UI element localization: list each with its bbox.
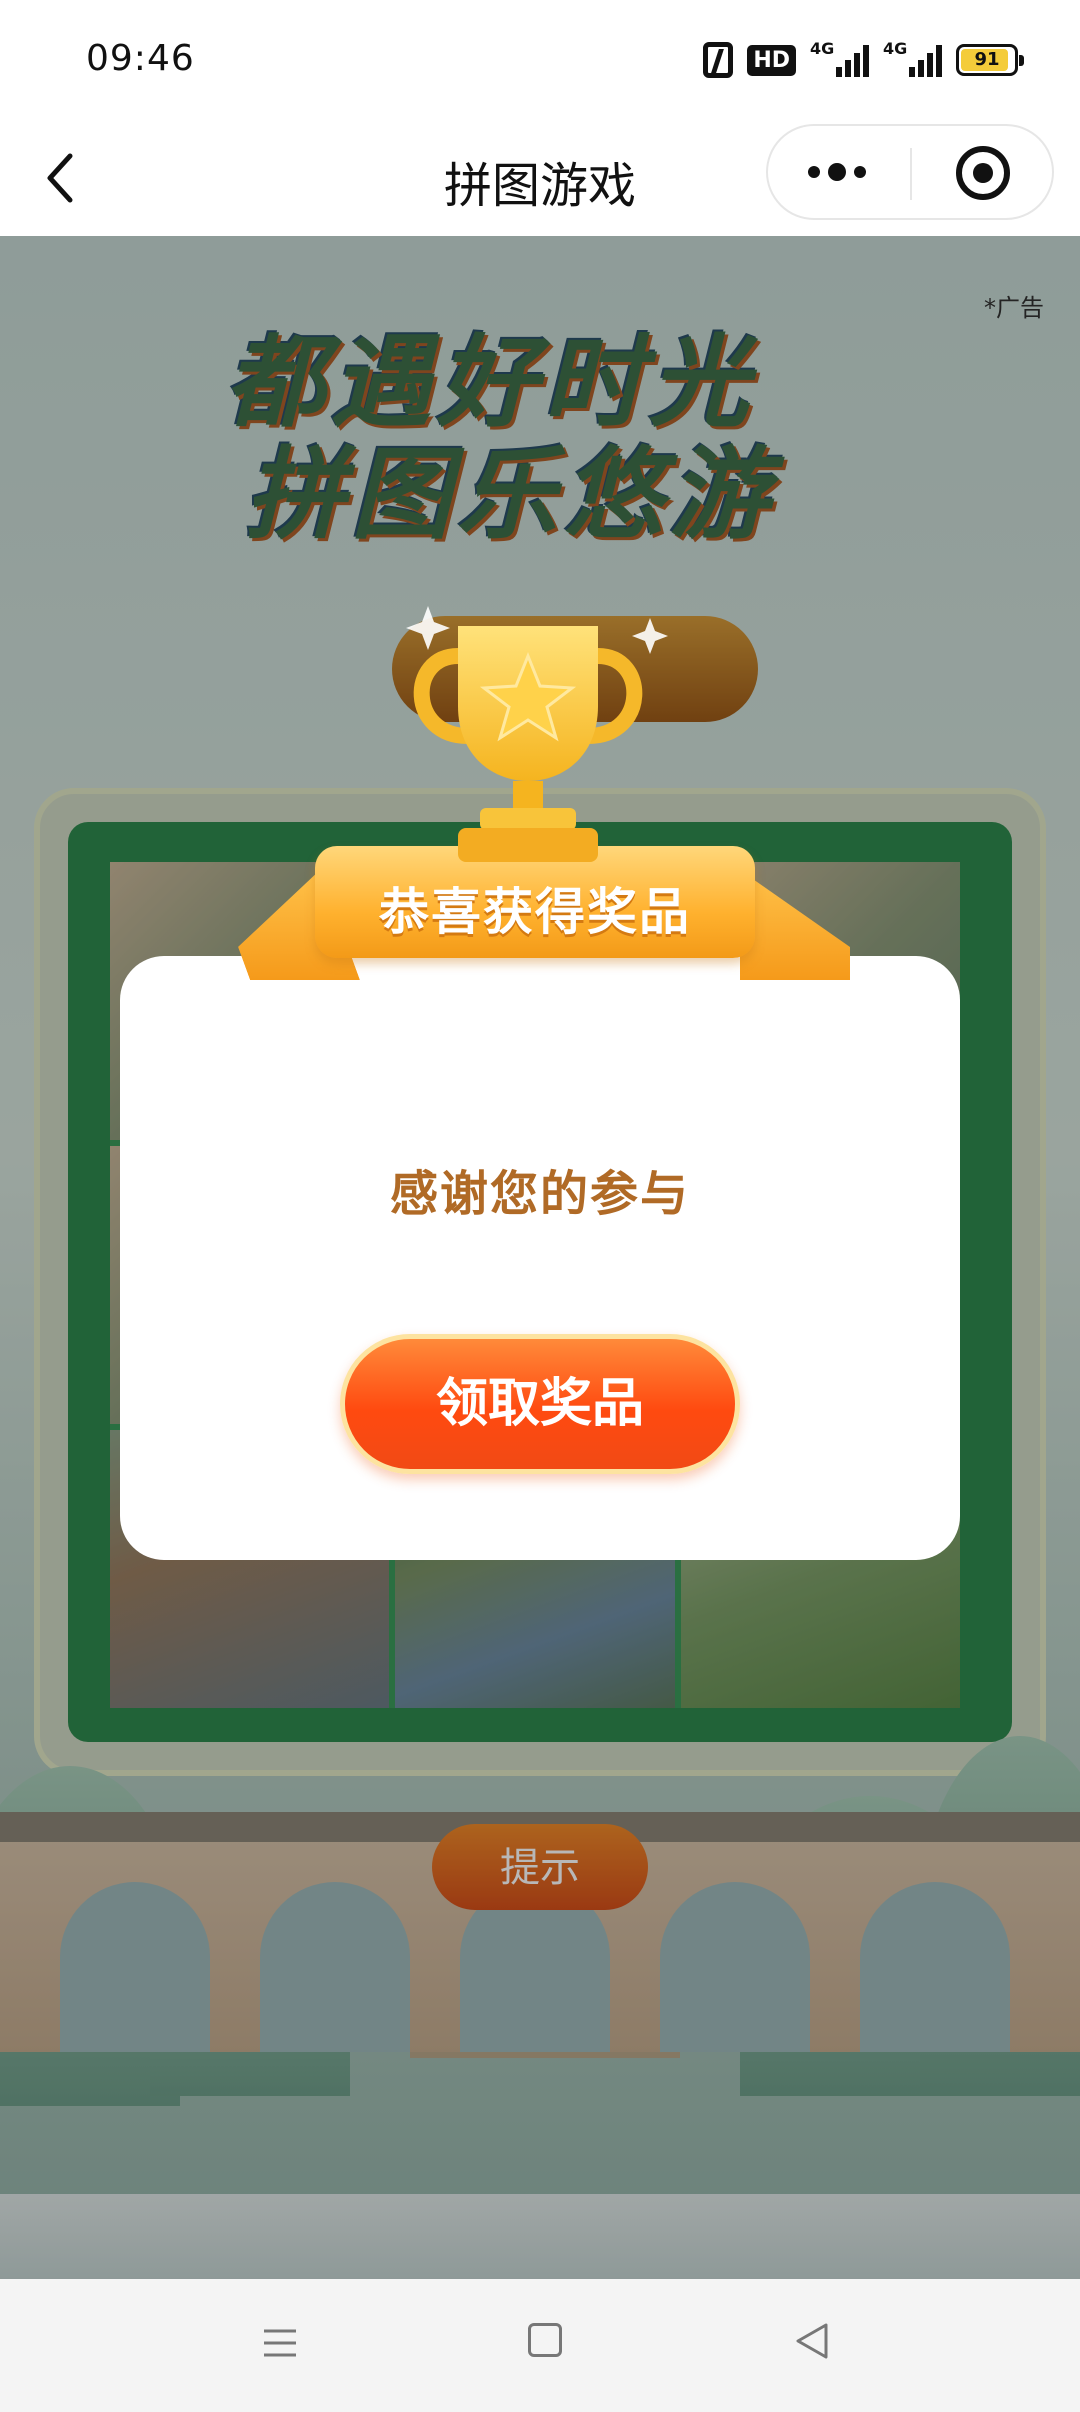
nav-bar: 拼图游戏 xyxy=(0,118,1080,236)
system-nav-bar xyxy=(0,2279,1080,2412)
trophy-icon xyxy=(406,606,668,862)
battery-icon: 91 xyxy=(956,44,1024,76)
status-time: 09:46 xyxy=(86,38,195,79)
status-bar: 09:46 HD 4G 4G 91 xyxy=(0,0,1080,118)
prize-modal: 感谢您的参与 领取奖品 xyxy=(120,956,960,1560)
hd-voice-icon: HD xyxy=(747,44,796,76)
home-icon[interactable] xyxy=(528,2323,562,2357)
signal-4g-icon: 4G xyxy=(883,39,942,77)
ribbon-title: 恭喜获得奖品 xyxy=(379,883,691,941)
back-triangle-icon[interactable] xyxy=(792,2321,832,2361)
menu-icon[interactable] xyxy=(262,2325,298,2361)
signal-4g-icon: 4G xyxy=(810,39,869,77)
nfc-icon xyxy=(703,42,734,78)
mini-program-capsule xyxy=(766,124,1054,220)
more-dots-icon[interactable] xyxy=(808,160,872,184)
claim-prize-button[interactable]: 领取奖品 xyxy=(340,1334,740,1474)
battery-level: 91 xyxy=(974,49,1000,70)
thanks-message: 感谢您的参与 xyxy=(389,1166,690,1222)
status-icons: HD 4G 4G 91 xyxy=(703,39,1024,80)
target-icon[interactable] xyxy=(954,144,1012,202)
